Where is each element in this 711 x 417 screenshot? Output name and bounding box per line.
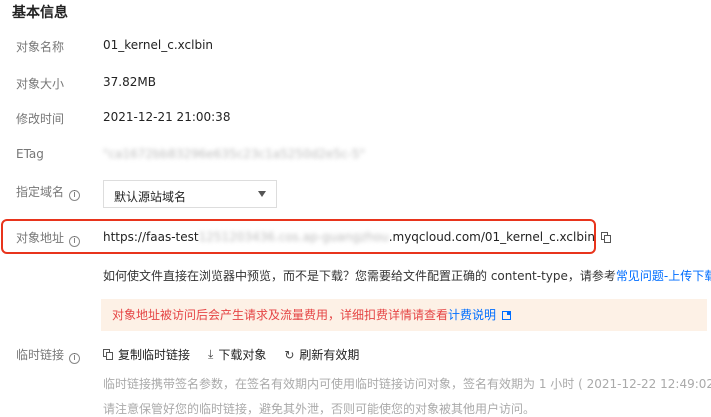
download-label: 下载对象 — [218, 348, 267, 362]
copy-icon[interactable] — [600, 232, 611, 243]
info-icon[interactable]: i — [69, 190, 81, 201]
address-label: 对象地址 — [16, 231, 65, 245]
domain-select[interactable]: 默认源站域名 — [103, 180, 277, 208]
etag-value: "ca1672bb83296e635c23c1a5250d2e5c-5" — [103, 147, 366, 161]
temp-link-note-2: 请注意保管好您的临时链接，避免其外泄，否则可能使您的对象被其他用户访问。 — [103, 402, 536, 416]
object-size-value: 37.82MB — [103, 75, 156, 89]
address-prefix: https://faas-test — [103, 230, 199, 244]
object-name-label: 对象名称 — [16, 40, 65, 54]
address-hidden-part: 1251203436.cos.ap-guangzhou — [198, 230, 389, 244]
preview-help-text: 如何使文件直接在浏览器中预览，而不是下载？您需要给文件配置正确的 content… — [103, 267, 711, 284]
external-link-icon[interactable] — [502, 311, 512, 320]
chevron-down-icon — [258, 191, 266, 197]
download-object-button[interactable]: ⤓ 下载对象 — [208, 346, 266, 363]
object-name-value: 01_kernel_c.xclbin — [103, 38, 214, 52]
address-suffix: .myqcloud.com/01_kernel_c.xclbin — [388, 230, 595, 244]
refresh-validity-button[interactable]: ↻ 刷新有效期 — [284, 346, 359, 363]
copy-temp-link-button[interactable]: 复制临时链接 — [103, 346, 190, 363]
billing-warning: 对象地址被访问后会产生请求及流量费用，详细扣费详情请查看计费说明 — [101, 299, 707, 331]
info-icon[interactable]: i — [69, 353, 81, 364]
faq-link[interactable]: 常见问题-上传下载 — [616, 269, 711, 283]
modified-time-label: 修改时间 — [16, 112, 65, 126]
object-address[interactable]: https://faas-test1251203436.cos.ap-guang… — [103, 230, 611, 244]
temp-link-label: 临时链接 — [16, 348, 65, 362]
refresh-label: 刷新有效期 — [299, 348, 360, 362]
copy-temp-link-label: 复制临时链接 — [118, 348, 191, 362]
domain-label: 指定域名 — [16, 185, 65, 199]
info-icon[interactable]: i — [69, 236, 81, 247]
temp-link-actions: 复制临时链接 ⤓ 下载对象 ↻ 刷新有效期 — [103, 346, 359, 363]
object-size-label: 对象大小 — [16, 77, 65, 91]
temp-link-row-label: 临时链接 i — [16, 346, 81, 364]
copy-icon — [103, 349, 113, 360]
warning-text: 对象地址被访问后会产生请求及流量费用，详细扣费详情请查看 — [112, 308, 449, 322]
domain-row-label: 指定域名 i — [16, 183, 81, 201]
address-row-label: 对象地址 i — [16, 229, 81, 247]
modified-time-value: 2021-12-21 21:00:38 — [103, 110, 231, 124]
help-text: 如何使文件直接在浏览器中预览，而不是下载？您需要给文件配置正确的 content… — [103, 269, 616, 283]
etag-label: ETag — [16, 147, 44, 161]
download-icon: ⤓ — [208, 347, 214, 361]
temp-link-note-1: 临时链接携带签名参数，在签名有效期内可使用临时链接访问对象，签名有效期为 1 小… — [103, 377, 711, 391]
billing-link[interactable]: 计费说明 — [448, 308, 496, 322]
section-title: 基本信息 — [12, 5, 68, 21]
domain-select-value: 默认源站域名 — [114, 190, 187, 204]
refresh-icon: ↻ — [284, 347, 295, 362]
